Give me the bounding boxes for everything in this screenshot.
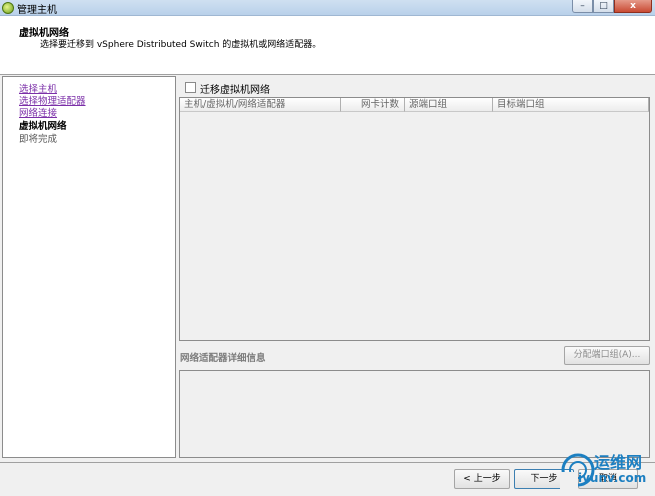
window-titlebar[interactable]: 管理主机 – □ x: [0, 0, 655, 16]
step-ready-to-complete: 即将完成: [19, 134, 58, 145]
cancel-button[interactable]: 取消: [578, 469, 638, 489]
step-vm-networking: 虚拟机网络: [19, 121, 67, 132]
column-header-destination-port-group[interactable]: 目标端口组: [493, 98, 649, 112]
column-header-host-vm-adapter[interactable]: 主机/虚拟机/网络适配器: [180, 98, 341, 112]
maximize-button[interactable]: □: [593, 0, 614, 13]
wizard-header: 虚拟机网络 选择要迁移到 vSphere Distributed Switch …: [0, 16, 655, 75]
vm-adapter-table[interactable]: 主机/虚拟机/网络适配器 网卡计数 源端口组 目标端口组: [179, 97, 650, 341]
migrate-vm-networking-checkbox[interactable]: [185, 82, 196, 93]
adapter-details-panel: [179, 370, 650, 458]
app-icon: [2, 2, 14, 14]
step-network-connectivity[interactable]: 网络连接: [19, 105, 57, 119]
adapter-details-label: 网络适配器详细信息: [180, 353, 266, 364]
wizard-step-list: 选择主机 选择物理适配器 网络连接 虚拟机网络 即将完成: [2, 76, 176, 458]
column-header-nic-count[interactable]: 网卡计数: [341, 98, 405, 112]
window-title: 管理主机: [17, 5, 57, 16]
migrate-vm-networking-label[interactable]: 迁移虚拟机网络: [200, 81, 270, 96]
column-header-source-port-group[interactable]: 源端口组: [405, 98, 493, 112]
assign-port-group-button[interactable]: 分配端口组(A)...: [564, 346, 650, 365]
close-button[interactable]: x: [614, 0, 652, 13]
minimize-button[interactable]: –: [572, 0, 593, 13]
page-subtitle: 选择要迁移到 vSphere Distributed Switch 的虚拟机或网…: [40, 40, 322, 50]
next-button[interactable]: 下一步: [514, 469, 574, 489]
footer-divider: [0, 462, 655, 463]
back-button[interactable]: < 上一步: [454, 469, 510, 489]
